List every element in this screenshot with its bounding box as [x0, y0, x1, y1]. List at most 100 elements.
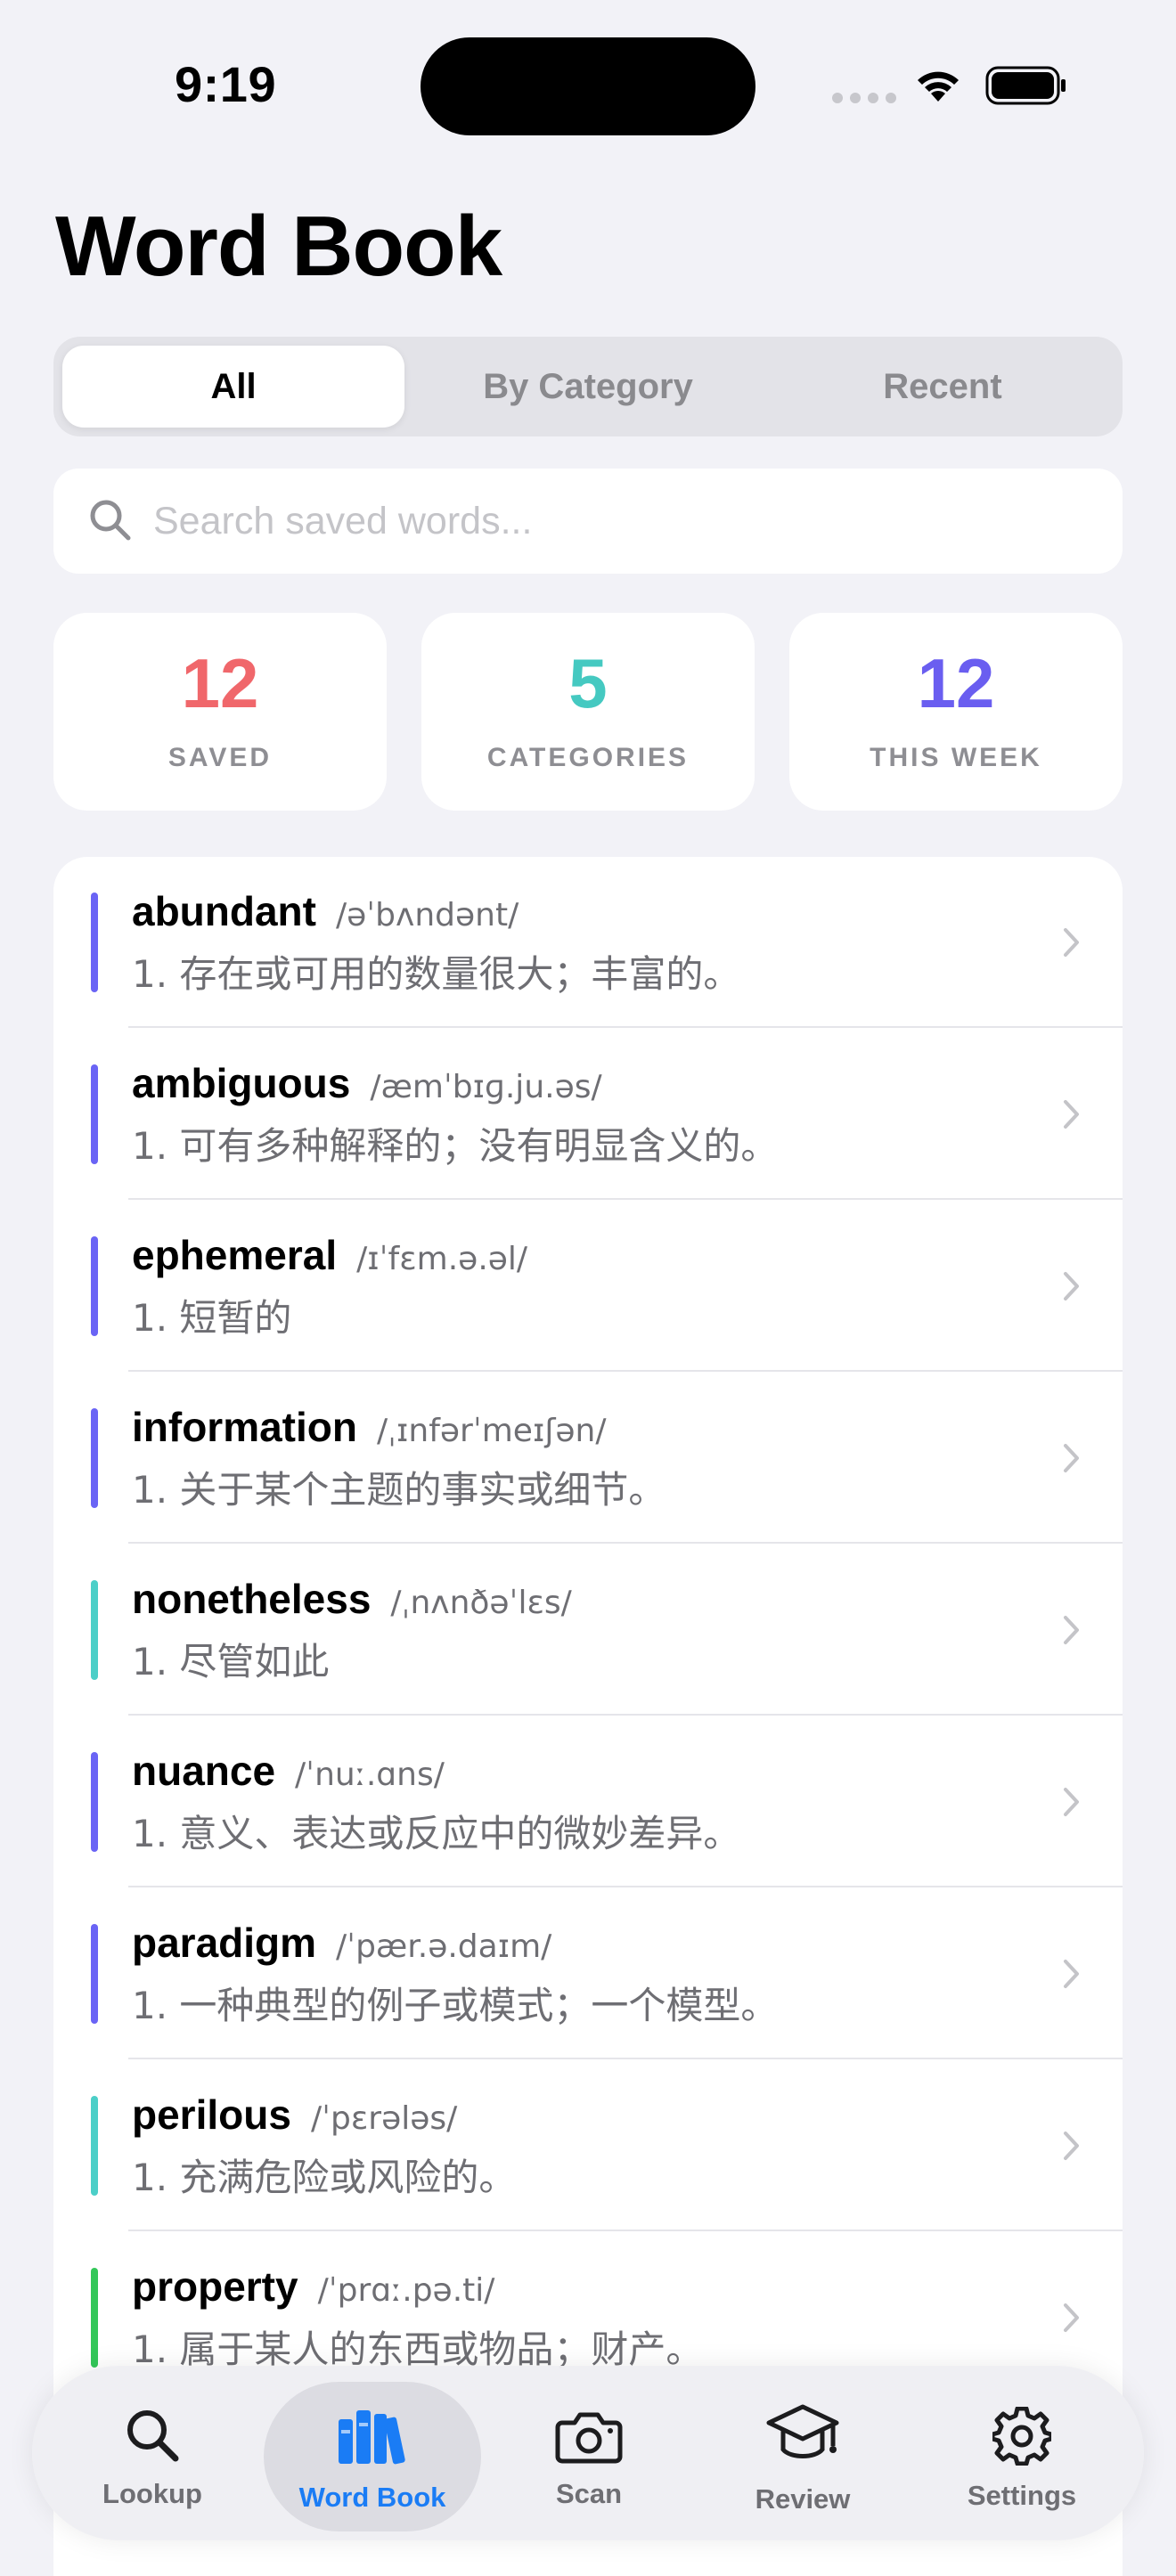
word-title: perilous/ˈpɛrələs/ [132, 2091, 457, 2139]
category-color-bar [91, 893, 98, 992]
word-row[interactable]: ambiguous/æmˈbɪɡ.ju.əs/ 1. 可有多种解释的；没有明显含… [53, 1029, 1123, 1200]
word-title: information/ˌɪnfərˈmeɪʃən/ [132, 1403, 607, 1451]
stat-value-categories: 5 [568, 644, 608, 722]
word-row[interactable]: nonetheless/ˌnʌnðəˈlɛs/ 1. 尽管如此 [53, 1545, 1123, 1716]
graduation-cap-icon [766, 2404, 839, 2458]
books-icon [339, 2410, 405, 2465]
tab-review[interactable]: Review [718, 2366, 887, 2540]
word-title: nuance/ˈnuː.ɑns/ [132, 1747, 445, 1795]
word-row[interactable]: nuance/ˈnuː.ɑns/ 1. 意义、表达或反应中的微妙差异。 [53, 1716, 1123, 1887]
tab-label-review: Review [755, 2483, 851, 2515]
word-text: abundant [132, 888, 316, 934]
search-input[interactable] [153, 469, 1098, 574]
segment-by-category[interactable]: By Category [417, 346, 759, 428]
word-text: property [132, 2263, 298, 2310]
segment-all[interactable]: All [62, 346, 404, 428]
segment-recent[interactable]: Recent [772, 346, 1114, 428]
magnifier-icon [127, 2410, 179, 2462]
category-color-bar [91, 1580, 98, 1680]
chevron-right-icon [1064, 928, 1079, 957]
wifi-icon [918, 71, 959, 102]
word-title: nonetheless/ˌnʌnðəˈlɛs/ [132, 1575, 572, 1623]
camera-icon [555, 2412, 623, 2464]
word-title: ephemeral/ɪˈfɛm.ə.əl/ [132, 1231, 527, 1279]
word-phonetic: /ɪˈfɛm.ə.əl/ [356, 1241, 528, 1277]
cellular-signal-icon [832, 93, 896, 103]
battery-icon [985, 66, 1066, 105]
word-row[interactable]: information/ˌɪnfərˈmeɪʃən/ 1. 关于某个主题的事实或… [53, 1373, 1123, 1544]
gear-icon [992, 2407, 1051, 2466]
category-color-bar [91, 2096, 98, 2196]
chevron-right-icon [1064, 2303, 1079, 2332]
chevron-right-icon [1064, 1444, 1079, 1472]
page-title: Word Book [55, 199, 502, 294]
word-row[interactable]: ephemeral/ɪˈfɛm.ə.əl/ 1. 短暂的 [53, 1201, 1123, 1372]
view-segmented-control: All By Category Recent [53, 337, 1123, 436]
tab-label-scan: Scan [555, 2478, 623, 2509]
word-text: information [132, 1404, 357, 1450]
stat-label-saved: SAVED [167, 743, 273, 772]
chevron-right-icon [1064, 1100, 1079, 1129]
row-divider [128, 1886, 1123, 1887]
word-definition: 1. 意义、表达或反应中的微妙差异。 [132, 1812, 741, 1855]
stat-card-saved: 12 SAVED [53, 613, 387, 811]
category-color-bar [91, 2268, 98, 2368]
row-divider [128, 1542, 1123, 1544]
word-row[interactable]: abundant/əˈbʌndənt/ 1. 存在或可用的数量很大；丰富的。 [53, 857, 1123, 1028]
word-phonetic: /əˈbʌndənt/ [335, 897, 519, 933]
category-color-bar [91, 1236, 98, 1336]
stat-card-this-week: 12 THIS WEEK [789, 613, 1123, 811]
word-phonetic: /ˈpɛrələs/ [310, 2100, 458, 2137]
tab-scan[interactable]: Scan [504, 2366, 674, 2540]
word-definition: 1. 尽管如此 [132, 1640, 330, 1683]
chevron-right-icon [1064, 2132, 1079, 2160]
word-text: paradigm [132, 1920, 317, 1966]
word-text: ambiguous [132, 1060, 351, 1106]
chevron-right-icon [1064, 1960, 1079, 1988]
word-text: ephemeral [132, 1232, 338, 1278]
word-text: nonetheless [132, 1576, 372, 1622]
word-definition: 1. 可有多种解释的；没有明显含义的。 [132, 1124, 779, 1168]
word-definition: 1. 一种典型的例子或模式；一个模型。 [132, 1984, 779, 2027]
tab-label-lookup: Lookup [102, 2478, 202, 2509]
word-definition: 1. 充满危险或风险的。 [132, 2156, 517, 2199]
chevron-right-icon [1064, 1788, 1079, 1816]
category-color-bar [91, 1064, 98, 1164]
row-divider [128, 1370, 1123, 1372]
stat-card-categories: 5 CATEGORIES [421, 613, 755, 811]
stat-label-categories: CATEGORIES [486, 743, 690, 772]
tab-label-settings: Settings [967, 2480, 1077, 2511]
word-definition: 1. 关于某个主题的事实或细节。 [132, 1468, 666, 1512]
word-title: ambiguous/æmˈbɪɡ.ju.əs/ [132, 1059, 602, 1107]
word-text: perilous [132, 2091, 291, 2138]
tab-settings[interactable]: Settings [937, 2366, 1107, 2540]
word-definition: 1. 存在或可用的数量很大；丰富的。 [132, 952, 741, 996]
row-divider [128, 2230, 1123, 2231]
word-phonetic: /æmˈbɪɡ.ju.əs/ [370, 1069, 602, 1105]
tab-label-word-book: Word Book [298, 2482, 446, 2513]
word-phonetic: /ˈnuː.ɑns/ [295, 1757, 445, 1793]
chevron-right-icon [1064, 1272, 1079, 1300]
word-row[interactable]: paradigm/ˈpær.ə.daɪm/ 1. 一种典型的例子或模式；一个模型… [53, 1888, 1123, 2059]
stat-label-this-week: THIS WEEK [870, 743, 1042, 772]
search-bar [53, 469, 1123, 574]
word-row[interactable]: perilous/ˈpɛrələs/ 1. 充满危险或风险的。 [53, 2060, 1123, 2231]
chevron-right-icon [1064, 1616, 1079, 1644]
tab-word-book[interactable]: Word Book [264, 2366, 481, 2540]
dynamic-island [421, 37, 755, 135]
tab-bar: Lookup Word Book Scan Review Settings [32, 2366, 1144, 2540]
row-divider [128, 2058, 1123, 2059]
search-icon [90, 500, 131, 541]
tab-lookup[interactable]: Lookup [68, 2366, 237, 2540]
word-title: property/ˈprɑː.pə.ti/ [132, 2262, 494, 2311]
stat-value-saved: 12 [181, 644, 259, 722]
row-divider [128, 1714, 1123, 1716]
word-title: paradigm/ˈpær.ə.daɪm/ [132, 1919, 551, 1967]
category-color-bar [91, 1408, 98, 1508]
stat-value-this-week: 12 [917, 644, 995, 722]
word-title: abundant/əˈbʌndənt/ [132, 887, 519, 935]
word-phonetic: /ˌnʌnðəˈlɛs/ [390, 1585, 572, 1621]
word-text: nuance [132, 1748, 276, 1794]
category-color-bar [91, 1752, 98, 1852]
word-phonetic: /ˈpær.ə.daɪm/ [336, 1928, 552, 1965]
